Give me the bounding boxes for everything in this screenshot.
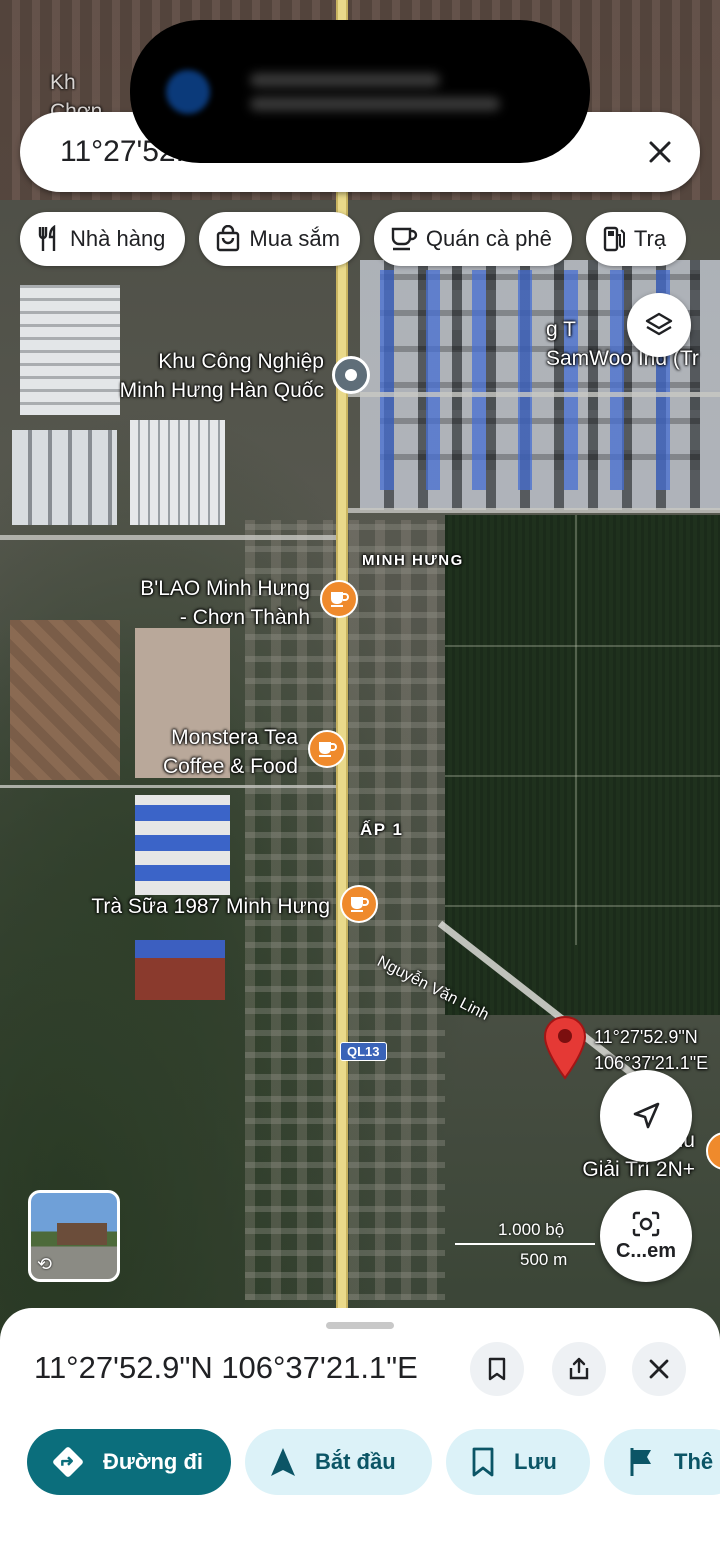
plantation-area: [445, 515, 720, 1015]
map-line: [445, 775, 720, 777]
share-button[interactable]: [552, 1342, 606, 1396]
poi-icon[interactable]: [706, 1132, 720, 1170]
dropped-pin-icon[interactable]: [543, 1015, 587, 1081]
bookmark-icon: [472, 1447, 494, 1477]
save-button[interactable]: Lưu: [446, 1429, 590, 1495]
map-label-area: MINH HƯNG: [362, 552, 464, 569]
close-icon: [649, 141, 671, 163]
map-view[interactable]: Kh Chợn Khu Công Nghiệp Minh Hưng Hàn Qu…: [0, 0, 720, 1340]
save-label: Lưu: [514, 1449, 557, 1474]
clear-search-button[interactable]: [642, 134, 678, 170]
shopping-bag-icon: [217, 225, 240, 252]
notification-pill: [130, 20, 590, 163]
chip-label: Mua sắm: [249, 226, 340, 251]
map-area: [135, 940, 225, 1000]
map-line: [445, 905, 720, 907]
directions-icon: [53, 1447, 83, 1477]
pin-coordinates-label: 11°27'52.9"N 106°37'21.1"E: [594, 1027, 709, 1073]
add-label-button[interactable]: Thê: [604, 1429, 720, 1495]
scale-metric: 500 m: [520, 1250, 568, 1269]
map-line: [575, 515, 577, 945]
add-label-text: Thê: [674, 1449, 714, 1474]
map-line: [445, 645, 720, 647]
coffee-icon[interactable]: [340, 885, 378, 923]
chip-coffee[interactable]: Quán cà phê: [373, 212, 572, 266]
map-label-kcn[interactable]: Khu Công Nghiệp Minh Hưng Hàn Quốc: [60, 347, 324, 405]
flag-icon: [630, 1448, 651, 1476]
save-bookmark-button[interactable]: [470, 1342, 524, 1396]
gas-station-icon: [603, 226, 625, 252]
map-road: [0, 535, 340, 540]
close-icon: [649, 1359, 669, 1379]
map-road: [348, 508, 720, 513]
scale-bar: [455, 1243, 595, 1245]
lens-button[interactable]: C...em: [600, 1190, 692, 1282]
landmark-pin-icon[interactable]: [332, 356, 370, 394]
coffee-icon[interactable]: [320, 580, 358, 618]
chip-label: Trạ: [633, 226, 667, 251]
highway-ql13: [336, 0, 348, 1340]
map-area: [130, 420, 225, 525]
map-label-trasua[interactable]: Trà Sữa 1987 Minh Hưng: [60, 892, 330, 921]
my-location-button[interactable]: [600, 1070, 692, 1162]
directions-label: Đường đi: [103, 1449, 203, 1474]
restaurant-icon: [38, 225, 56, 251]
scale-imperial: 1.000 bộ: [498, 1220, 565, 1239]
start-label: Bắt đầu: [315, 1449, 396, 1474]
navigation-arrow-icon: [633, 1102, 660, 1129]
app-icon: [166, 69, 210, 114]
chip-restaurants[interactable]: Nhà hàng: [20, 212, 186, 266]
chip-gas[interactable]: Trạ: [585, 212, 687, 266]
lens-label: C...em: [615, 1239, 677, 1262]
blurred-notification-text: [250, 63, 500, 121]
start-button[interactable]: Bắt đầu: [245, 1429, 432, 1495]
place-title: 11°27'52.9"N 106°37'21.1"E: [34, 1350, 418, 1385]
map-road: [348, 392, 720, 397]
chip-shopping[interactable]: Mua sắm: [199, 212, 360, 266]
coffee-icon: [391, 227, 418, 251]
share-icon: [569, 1357, 589, 1380]
map-label-monstera[interactable]: Monstera Tea Coffee & Food: [100, 723, 298, 781]
directions-button[interactable]: Đường đi: [27, 1429, 231, 1495]
map-area: [12, 430, 117, 525]
close-sheet-button[interactable]: [632, 1342, 686, 1396]
street-view-thumbnail[interactable]: ⟲: [28, 1190, 120, 1282]
road-shield: QL13: [340, 1042, 387, 1061]
map-area: [135, 795, 230, 895]
bookmark-icon: [488, 1357, 506, 1381]
chip-label: Quán cà phê: [425, 226, 552, 251]
navigation-start-icon: [271, 1448, 295, 1476]
layers-button[interactable]: [627, 293, 691, 357]
place-bottom-sheet[interactable]: 11°27'52.9"N 106°37'21.1"E Đường đi Bắt …: [0, 1308, 720, 1560]
action-buttons: Đường đi Bắt đầu Lưu Thê: [27, 1429, 720, 1495]
rotate-360-icon: ⟲: [37, 1254, 53, 1274]
drag-handle[interactable]: [326, 1322, 394, 1329]
map-road: [0, 785, 340, 788]
map-label-blao[interactable]: B'LAO Minh Hưng - Chơn Thành: [70, 574, 310, 632]
camera-lens-icon: [632, 1211, 660, 1236]
layers-icon: [645, 312, 673, 336]
chip-label: Nhà hàng: [70, 226, 166, 251]
coffee-icon[interactable]: [308, 730, 346, 768]
map-label-area: ẤP 1: [360, 820, 404, 839]
category-chips: Nhà hàng Mua sắm Quán cà phê Trạ: [20, 212, 687, 266]
